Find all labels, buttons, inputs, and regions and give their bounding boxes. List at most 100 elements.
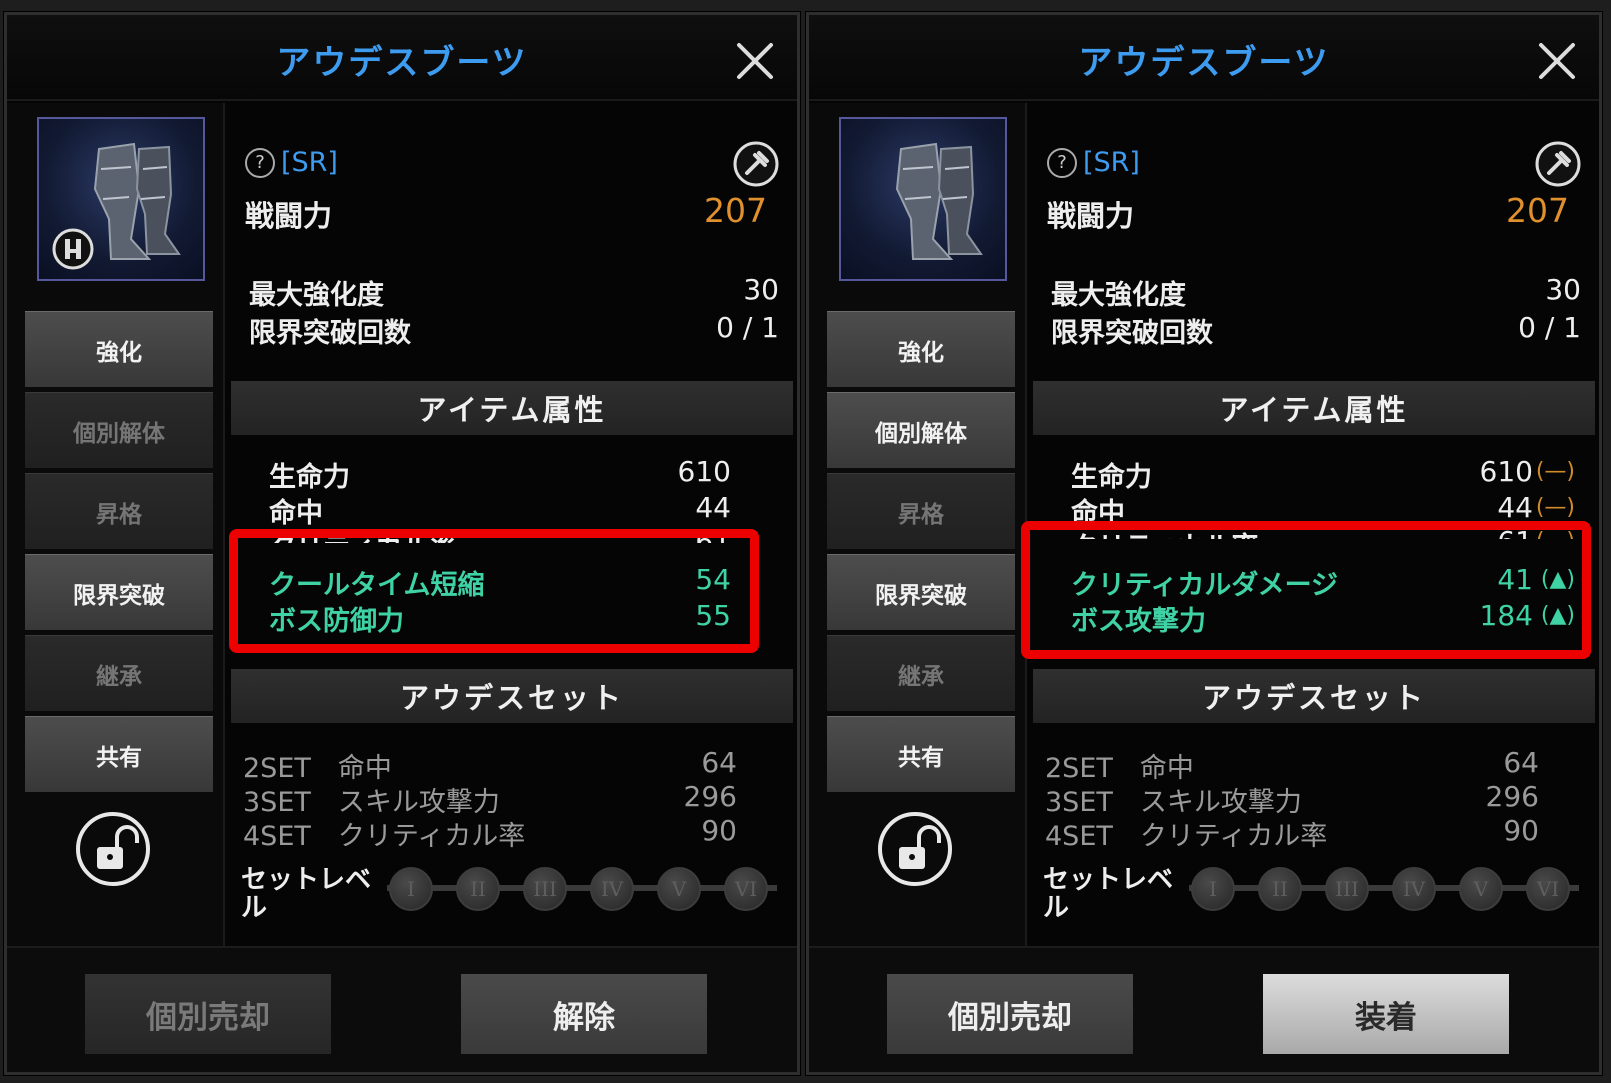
max-enhance-value: 30 [743,273,779,306]
equip-button[interactable]: 装着 [1263,974,1509,1054]
set-level-dot: II [1258,867,1302,911]
action-sidebar: 強化 個別解体 昇格 限界突破 継承 共有 [7,103,225,948]
power-value: 207 [704,191,767,230]
set-bonus-value: 90 [701,814,737,847]
help-icon[interactable]: ? [245,147,275,178]
attr-delta: (▲) [1540,603,1575,628]
set-level-dot: IV [1392,867,1436,911]
item-details: ? [SR] 戦闘力 207 最大強化度 30 限界突破回数 0 / 1 アイテ… [1029,103,1599,948]
attribute-header: アイテム属性 [1033,381,1595,435]
limit-break-value: 0 / 1 [716,311,779,344]
attr-value: 184 [1479,599,1533,632]
set-level-label: セットレベル [1043,865,1174,923]
set-level-track [1189,885,1579,891]
set-level-dot: II [456,867,500,911]
attr-label: ボス攻撃力 [1071,606,1206,637]
set-bonus-value: 90 [1503,814,1539,847]
set-level-track [387,885,777,891]
attr-value: 61 [1497,527,1533,539]
rarity-row: ? [SR] [245,147,338,178]
attr-delta: (—) [1535,459,1575,484]
hammer-icon[interactable] [1535,141,1581,187]
enhance-button[interactable]: 強化 [25,311,213,387]
item-portrait [37,117,205,281]
set-bonus-value: 64 [1503,746,1539,779]
title-bar: アウデスブーツ [7,15,797,101]
promote-button[interactable]: 昇格 [827,473,1015,549]
limit-break-button[interactable]: 限界突破 [25,554,213,630]
clipped-attr-row: クリティカル率 61 (—) [1029,527,1599,539]
set-level-dot: V [657,867,701,911]
attr-label: 生命力 [1071,462,1152,493]
close-icon[interactable] [1535,39,1579,83]
sell-button[interactable]: 個別売却 [887,974,1133,1054]
power-value: 207 [1506,191,1569,230]
boots-image [895,142,983,260]
help-icon[interactable]: ? [1047,147,1077,178]
attr-label: 命中 [1071,498,1125,529]
sell-button[interactable]: 個別売却 [85,974,331,1054]
set-level-dot: IV [590,867,634,911]
set-level-dot: VI [1526,867,1570,911]
hammer-icon[interactable] [733,141,779,187]
dismantle-button[interactable]: 個別解体 [25,392,213,468]
set-level-dot: I [1191,867,1235,911]
title-bar: アウデスブーツ [809,15,1599,101]
attr-value: 44 [1497,491,1533,524]
attr-value: 44 [695,491,731,524]
attr-delta: (—) [1535,495,1575,520]
unlock-icon[interactable] [875,809,955,889]
set-bonus-value: 64 [701,746,737,779]
attr-value: 54 [695,563,731,596]
attr-label: クールタイム短縮 [269,570,485,601]
power-label: 戦闘力 [1047,199,1135,233]
close-icon[interactable] [733,39,777,83]
set-bonus-value: 296 [683,780,737,813]
enhance-button[interactable]: 強化 [827,311,1015,387]
attr-label: クリティカル率 [269,527,456,543]
dismantle-button[interactable]: 個別解体 [827,392,1015,468]
set-bonus-value: 296 [1485,780,1539,813]
item-portrait [839,117,1007,281]
attr-value: 55 [695,599,731,632]
rarity-label: [SR] [281,147,338,178]
set-level-dot: III [523,867,567,911]
item-title: アウデスブーツ [1078,43,1330,83]
inherit-button[interactable]: 継承 [827,635,1015,711]
max-enhance-label: 最大強化度 [249,280,384,311]
set-level-dot: VI [724,867,768,911]
power-label: 戦闘力 [245,199,333,233]
footer: 個別売却 解除 [7,946,797,1072]
item-panel-current: アウデスブーツ 強化 個別解体 昇格 限界突破 継承 共有 ? [SR] 戦闘力… [3,11,801,1076]
attribute-header: アイテム属性 [231,381,793,435]
action-sidebar: 強化 個別解体 昇格 限界突破 継承 共有 [809,103,1027,948]
set-level-dot: I [389,867,433,911]
attr-value: 610 [1479,455,1533,488]
promote-button[interactable]: 昇格 [25,473,213,549]
set-level-dot: III [1325,867,1369,911]
footer: 個別売却 装着 [809,946,1599,1072]
attr-label: クリティカルダメージ [1071,570,1339,601]
unlock-icon[interactable] [73,809,153,889]
attr-value: 41 [1497,563,1533,596]
set-header: アウデスセット [1033,669,1595,723]
set-bonus-label: 4SET クリティカル率 [1045,821,1328,852]
attr-label: 命中 [269,498,323,529]
item-details: ? [SR] 戦闘力 207 最大強化度 30 限界突破回数 0 / 1 アイテ… [227,103,797,948]
attr-delta: (—) [1536,529,1575,539]
max-enhance-label: 最大強化度 [1051,280,1186,311]
item-panel-compare: アウデスブーツ 強化 個別解体 昇格 限界突破 継承 共有 ? [SR] 戦闘力… [805,11,1603,1076]
limit-break-value: 0 / 1 [1518,311,1581,344]
attr-value: 610 [677,455,731,488]
clipped-attr-row: クリティカル率 61 [227,527,797,543]
share-button[interactable]: 共有 [25,716,213,792]
equip-type-icon [52,228,94,270]
inherit-button[interactable]: 継承 [25,635,213,711]
max-enhance-value: 30 [1545,273,1581,306]
share-button[interactable]: 共有 [827,716,1015,792]
rarity-label: [SR] [1083,147,1140,178]
set-header: アウデスセット [231,669,793,723]
limit-break-button[interactable]: 限界突破 [827,554,1015,630]
unequip-button[interactable]: 解除 [461,974,707,1054]
rarity-row: ? [SR] [1047,147,1140,178]
